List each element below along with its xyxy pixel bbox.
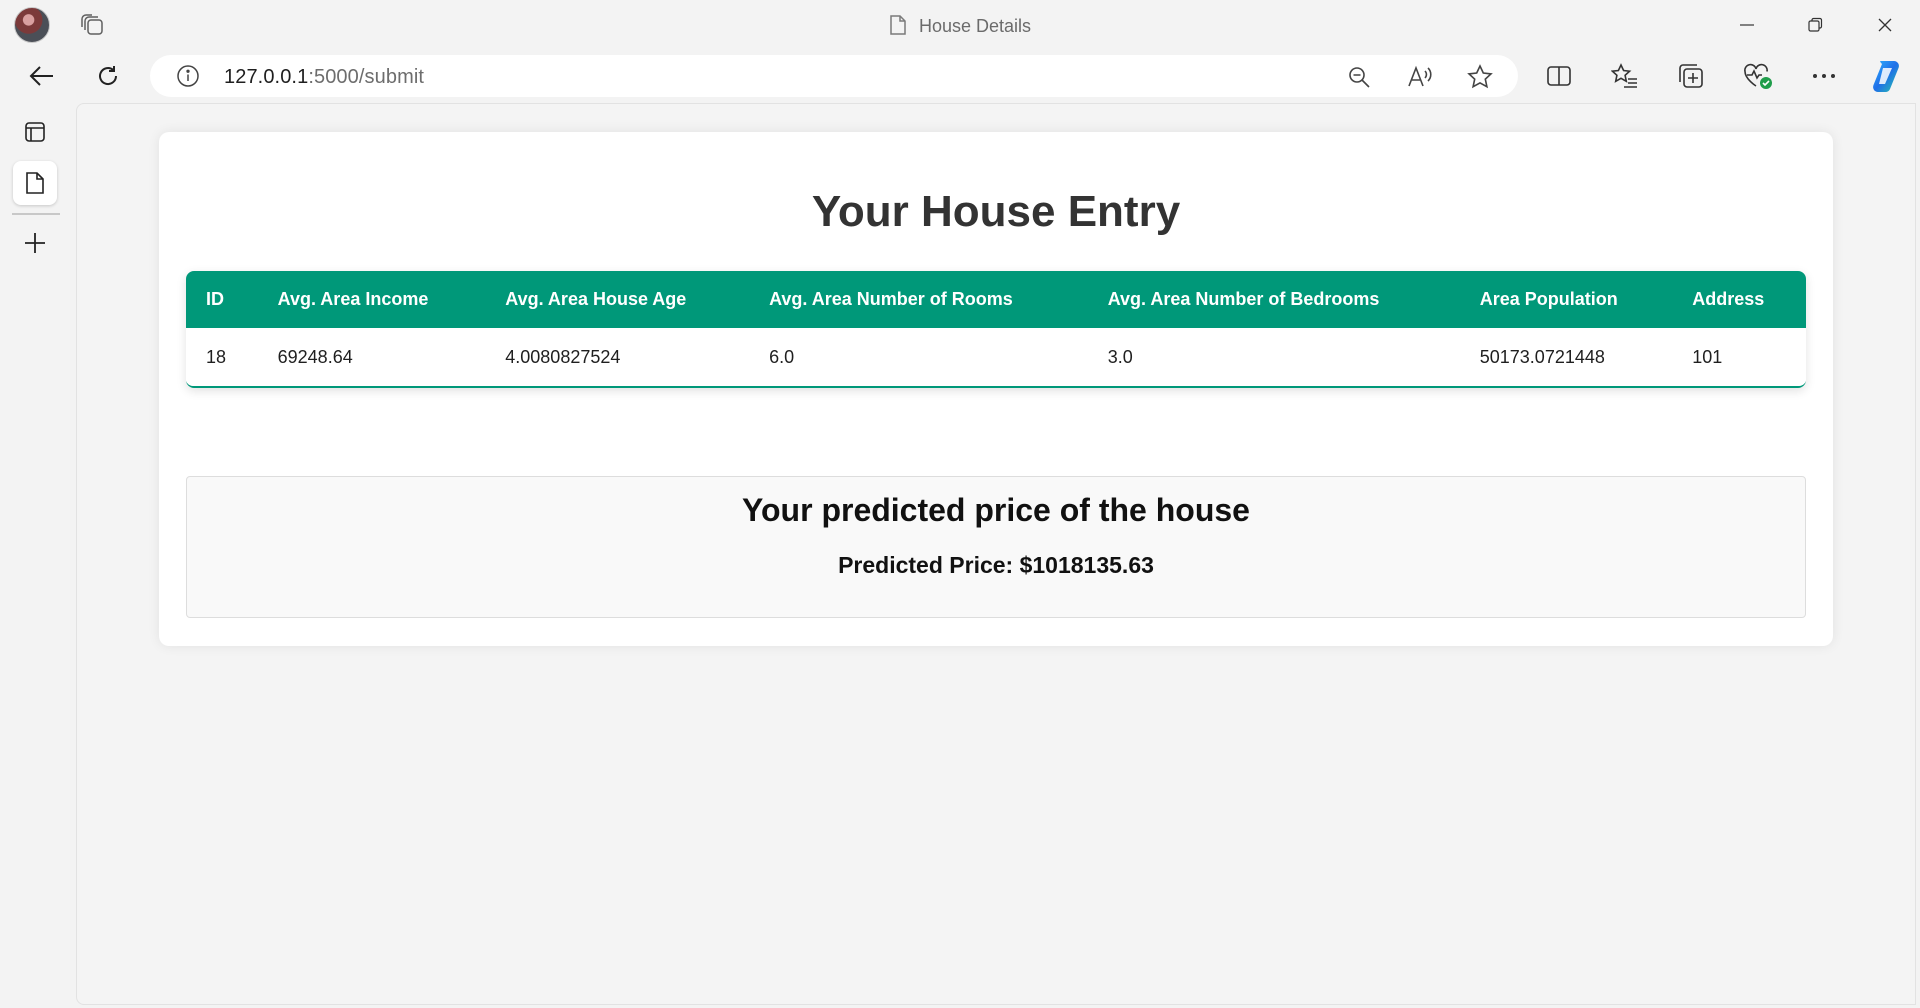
restore-icon [1808,17,1823,32]
cell-avg-area-rooms: 6.0 [769,346,795,367]
page-title: Your House Entry [811,187,1181,236]
browser-essentials-button[interactable] [1738,56,1778,96]
heart-pulse-icon [1744,63,1772,89]
column-header-area-population: Area Population [1479,289,1618,309]
zoom-out-icon [1349,67,1370,88]
restore-button[interactable] [1792,8,1838,42]
collections-button[interactable] [1671,56,1711,96]
predicted-price: Predicted Price: $1018135.63 [838,552,1154,578]
table-header-row: ID Avg. Area Income Avg. Area House Age … [186,271,1806,328]
cell-avg-area-income: 69248.64 [277,346,353,367]
cell-avg-area-bedrooms: 3.0 [1107,346,1133,367]
split-screen-button[interactable] [1539,56,1579,96]
refresh-icon [99,66,118,85]
column-header-id: ID [206,289,224,309]
window-title: House Details [0,14,1920,41]
column-header-avg-area-rooms: Avg. Area Number of Rooms [769,289,1013,309]
copilot-icon [1873,61,1899,93]
arrow-left-icon [29,66,53,86]
title-bar: House Details [0,0,1920,50]
favorite-button[interactable] [1467,64,1493,90]
site-info-icon[interactable] [176,64,200,93]
settings-more-button[interactable] [1804,56,1844,96]
table-row: 18 69248.64 4.0080827524 6.0 3.0 50173.0… [186,328,1806,386]
copilot-button[interactable] [1866,56,1906,96]
address-bar[interactable]: 127.0.0.1:5000/submit [150,55,1518,97]
prediction-title: Your predicted price of the house [742,492,1250,528]
back-button[interactable] [22,56,62,96]
plus-icon [25,233,45,253]
house-table: ID Avg. Area Income Avg. Area House Age … [186,271,1806,388]
cell-id: 18 [206,346,227,367]
minimize-icon [1740,24,1754,26]
tab-separator [12,213,60,215]
zoom-out-button[interactable] [1346,64,1372,90]
tab-house-details[interactable] [13,161,57,205]
favorites-list-icon [1611,63,1637,88]
column-header-avg-area-house-age: Avg. Area House Age [505,289,687,309]
cell-avg-area-house-age: 4.0080827524 [505,346,621,367]
house-entry-card: Your House Entry ID Avg. Area Income Avg… [159,132,1833,646]
url-text[interactable]: 127.0.0.1:5000/submit [224,66,424,89]
browser-toolbar: 127.0.0.1:5000/submit [0,50,1920,102]
star-icon [1467,64,1493,89]
url-host: 127.0.0.1 [224,66,309,88]
column-header-avg-area-income: Avg. Area Income [277,289,429,309]
close-button[interactable] [1862,8,1908,42]
column-header-address: Address [1692,289,1765,309]
window-title-text: House Details [918,16,1032,36]
tab-actions-button[interactable] [13,110,57,154]
prediction-box: Your predicted price of the house Predic… [186,476,1806,618]
more-icon [1813,74,1835,78]
new-tab-button[interactable] [13,221,57,265]
tab-actions-icon [25,122,45,142]
read-aloud-icon [1408,65,1432,87]
favorites-button[interactable] [1605,56,1645,96]
page-icon [889,14,907,41]
url-path: :5000/submit [308,66,425,88]
column-header-avg-area-bedrooms: Avg. Area Number of Bedrooms [1107,289,1380,309]
cell-area-population: 50173.0721448 [1479,346,1605,367]
minimize-button[interactable] [1724,8,1770,42]
cell-address: 101 [1692,346,1723,367]
collections-icon [1679,64,1703,88]
close-icon [1878,18,1892,32]
page-viewport: Your House Entry ID Avg. Area Income Avg… [76,103,1916,1005]
read-aloud-button[interactable] [1407,64,1433,90]
refresh-button[interactable] [88,56,128,96]
split-screen-icon [1547,66,1571,86]
page-icon [26,172,44,194]
